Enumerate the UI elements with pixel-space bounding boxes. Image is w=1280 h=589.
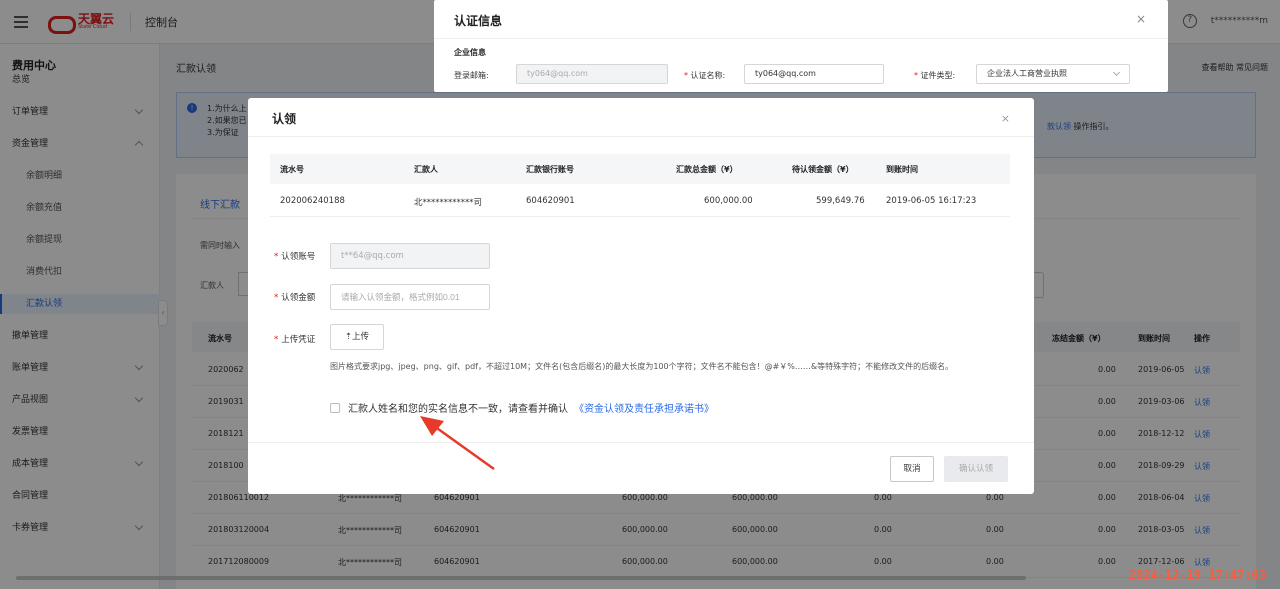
column-header: 汇款人 xyxy=(414,165,438,174)
arrival-time: 2019-06-05 16:17:23 xyxy=(886,196,977,206)
column-header: 到账时间 xyxy=(886,165,918,174)
section-title: 企业信息 xyxy=(454,48,486,57)
close-icon[interactable]: × xyxy=(1001,112,1010,125)
upload-button-label: 上传 xyxy=(352,332,370,342)
remitter-name: 北************司 xyxy=(414,198,483,208)
upload-label: 上传凭证 xyxy=(281,335,316,345)
upload-icon: ⇡ xyxy=(344,332,353,342)
email-label: 登录邮箱: xyxy=(454,71,489,80)
cert-modal-title: 认证信息 xyxy=(454,14,503,28)
column-header: 汇款银行账号 xyxy=(526,165,574,174)
claim-modal: 认领 × 流水号 汇款人 汇款银行账号 汇款总金额（¥） 待认领金额（¥） 到账… xyxy=(248,98,1034,494)
close-icon[interactable]: × xyxy=(1136,12,1146,26)
total-amount: 600,000.00 xyxy=(704,196,753,206)
cert-name-label: 认证名称: xyxy=(690,71,726,80)
claim-table-header: 流水号 汇款人 汇款银行账号 汇款总金额（¥） 待认领金额（¥） 到账时间 xyxy=(270,154,1010,184)
pending-amount: 599,649.76 xyxy=(816,196,865,206)
chevron-down-icon xyxy=(1112,68,1121,77)
bank-account: 604620901 xyxy=(526,196,575,206)
column-header: 汇款总金额（¥） xyxy=(676,165,738,174)
email-field: ty064@qq.com xyxy=(516,64,668,84)
agreement-row: 汇款人姓名和您的实名信息不一致，请查看并确认 《资金认领及责任承担承诺书》 xyxy=(330,400,714,415)
upload-requirements: 图片格式要求jpg、jpeg、png、gif、pdf，不超过10M；文件名(包含… xyxy=(330,362,954,371)
modal-title: 认领 xyxy=(272,112,297,126)
account-label: 认领账号 xyxy=(281,252,316,262)
column-header: 待认领金额（¥） xyxy=(792,165,854,174)
serial-number: 202006240188 xyxy=(280,196,345,206)
cert-type-select[interactable]: 企业法人工商营业执照 xyxy=(976,64,1130,84)
cert-info-modal: 认证信息 × 企业信息 登录邮箱: ty064@qq.com * 认证名称: t… xyxy=(434,0,1168,92)
agreement-link[interactable]: 《资金认领及责任承担承诺书》 xyxy=(574,400,714,415)
cancel-button[interactable]: 取消 xyxy=(890,456,934,482)
timestamp: 2024-12-19 17:47:03 xyxy=(1128,568,1266,582)
claim-account-field: t**64@qq.com xyxy=(330,243,490,269)
agreement-text: 汇款人姓名和您的实名信息不一致，请查看并确认 xyxy=(348,404,568,415)
cert-name-field[interactable]: ty064@qq.com xyxy=(744,64,884,84)
claim-amount-input[interactable] xyxy=(330,284,490,310)
column-header: 流水号 xyxy=(280,165,304,174)
agreement-checkbox[interactable] xyxy=(330,402,340,413)
cert-type-label: 证件类型: xyxy=(920,71,956,80)
confirm-claim-button[interactable]: 确认认领 xyxy=(944,456,1008,482)
cert-type-value: 企业法人工商营业执照 xyxy=(987,69,1067,78)
upload-button[interactable]: ⇡上传 xyxy=(330,324,384,350)
amount-label: 认领金额 xyxy=(281,293,316,303)
